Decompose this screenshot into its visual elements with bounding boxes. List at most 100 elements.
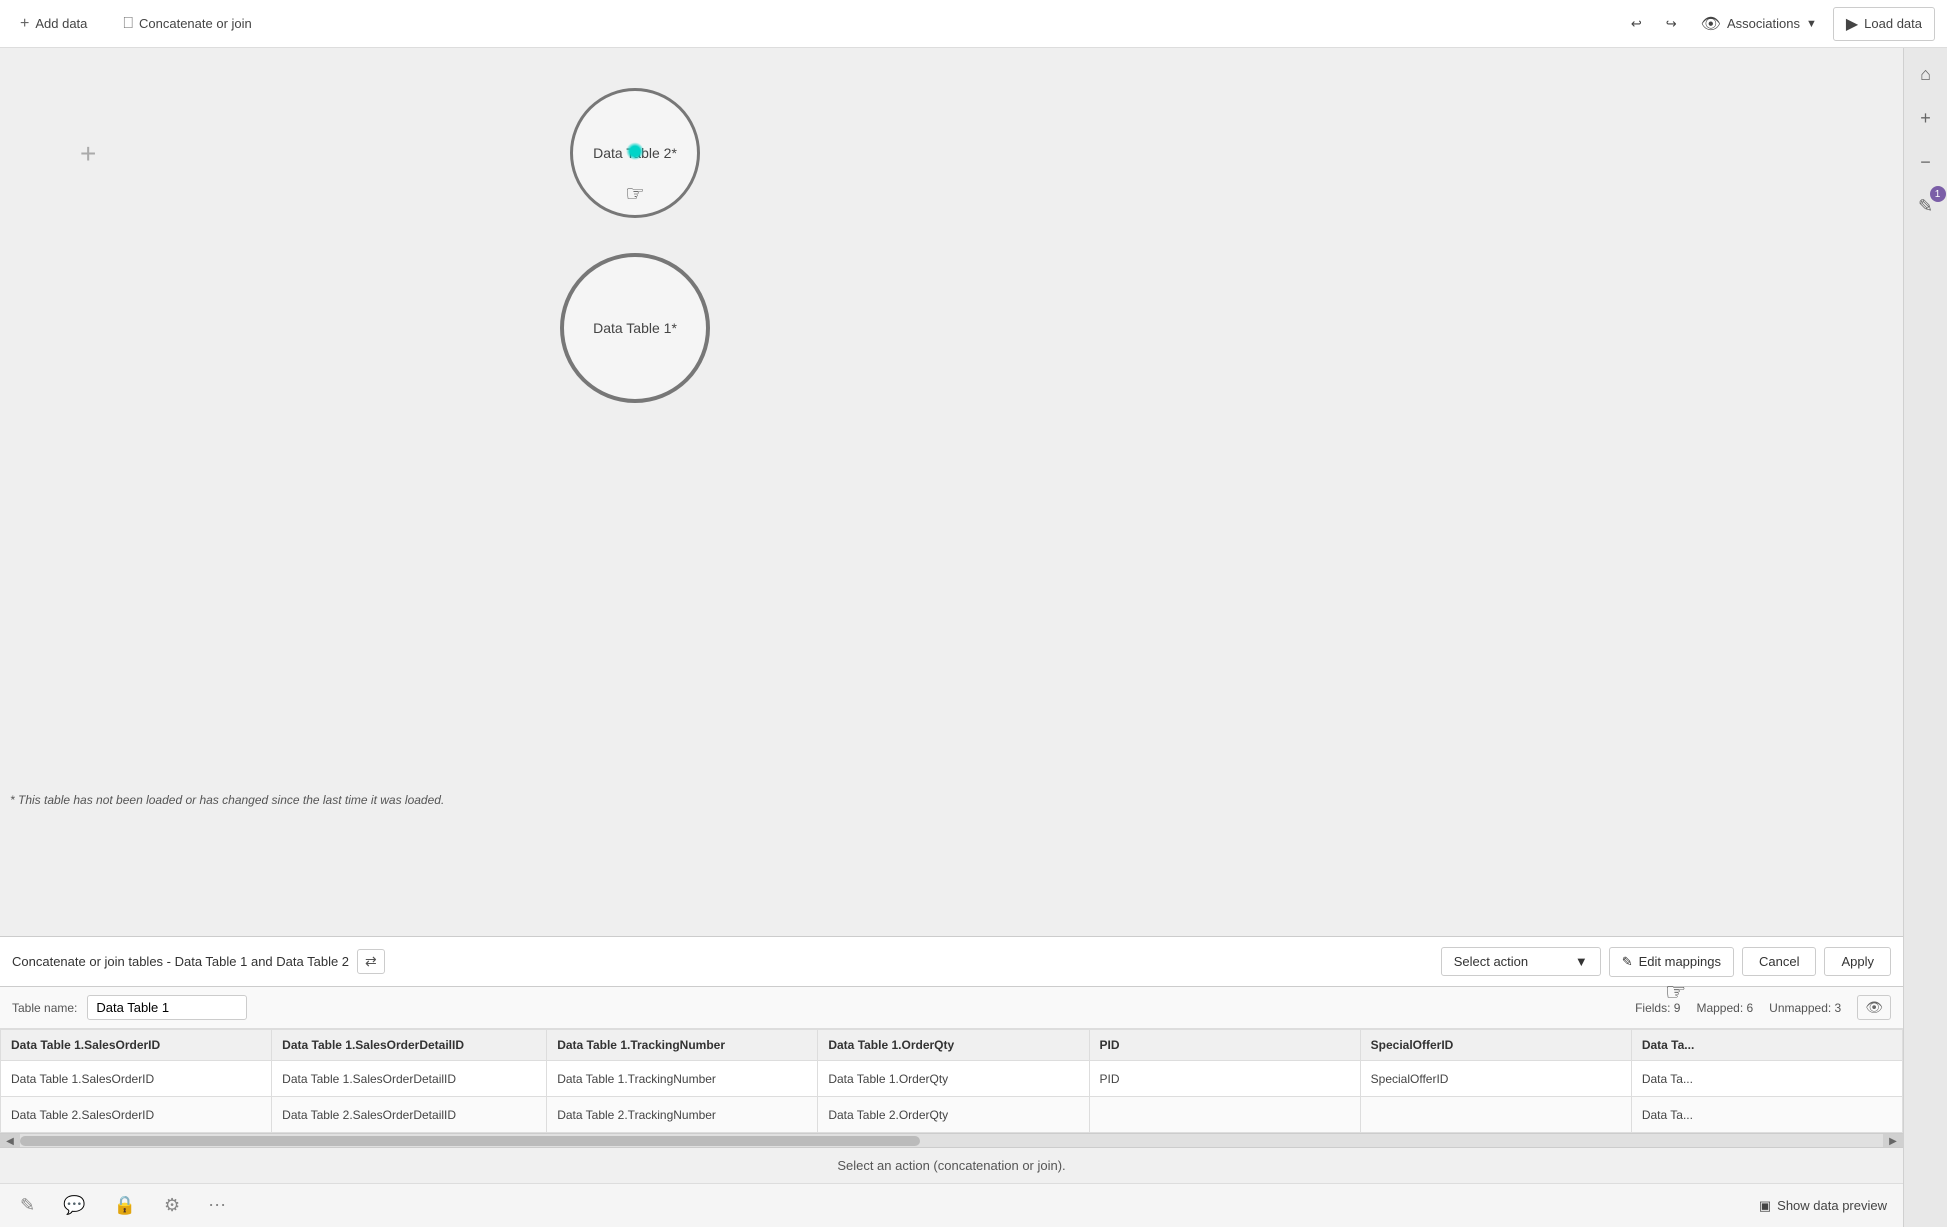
cell-1-6: Data Ta... xyxy=(1631,1097,1902,1133)
bottom-icons-right: ▣ Show data preview xyxy=(1759,1198,1887,1214)
associations-chevron-icon: ▼ xyxy=(1806,18,1817,30)
load-data-icon: ▶ xyxy=(1846,14,1858,34)
grid-header-row: Data Table 1.SalesOrderID Data Table 1.S… xyxy=(1,1030,1903,1061)
join-toolbar-right: Select action ▼ ✎ Edit mappings ☞ Cancel xyxy=(1441,947,1891,977)
associations-label: Associations xyxy=(1727,16,1800,31)
cell-0-5: SpecialOfferID xyxy=(1360,1061,1631,1097)
data-grid: Data Table 1.SalesOrderID Data Table 1.S… xyxy=(0,1029,1903,1133)
table-name-row: Table name: Fields: 9 Mapped: 6 Unmapped… xyxy=(0,987,1903,1029)
edit-mappings-wrapper: ✎ Edit mappings ☞ xyxy=(1609,947,1734,977)
join-toolbar: Concatenate or join tables - Data Table … xyxy=(0,937,1903,987)
cell-0-1: Data Table 1.SalesOrderDetailID xyxy=(272,1061,547,1097)
apply-label: Apply xyxy=(1841,954,1874,969)
status-message: Select an action (concatenation or join)… xyxy=(837,1158,1065,1173)
canvas: + Data Table 2* ☞ Data Table 1* * This t… xyxy=(0,48,1947,1227)
cell-1-1: Data Table 2.SalesOrderDetailID xyxy=(272,1097,547,1133)
bottom-panel: Concatenate or join tables - Data Table … xyxy=(0,936,1903,1227)
concatenate-join-label: Concatenate or join xyxy=(139,16,252,31)
col-header-3: Data Table 1.OrderQty xyxy=(818,1030,1089,1061)
warning-message: * This table has not been loaded or has … xyxy=(10,793,444,807)
cancel-label: Cancel xyxy=(1759,954,1799,969)
table-name-input[interactable] xyxy=(87,995,247,1020)
col-header-0: Data Table 1.SalesOrderID xyxy=(1,1030,272,1061)
mapped-count: Mapped: 6 xyxy=(1696,1001,1753,1015)
show-preview-icon: ▣ xyxy=(1759,1198,1771,1214)
teal-indicator xyxy=(626,142,644,160)
zoom-in-icon: + xyxy=(1920,108,1931,129)
cell-1-2: Data Table 2.TrackingNumber xyxy=(547,1097,818,1133)
join-toolbar-left: Concatenate or join tables - Data Table … xyxy=(12,949,385,974)
bottom-icon-pencil[interactable]: ✎ xyxy=(16,1191,39,1220)
home-button[interactable]: ⌂ xyxy=(1910,58,1942,90)
data-table-1-label: Data Table 1* xyxy=(593,320,677,336)
notification-count-badge: 1 xyxy=(1930,186,1946,202)
edit-mappings-label: Edit mappings xyxy=(1639,954,1721,969)
scroll-thumb[interactable] xyxy=(20,1136,920,1146)
show-preview-button[interactable]: ▣ Show data preview xyxy=(1759,1198,1887,1214)
cell-1-3: Data Table 2.OrderQty xyxy=(818,1097,1089,1133)
add-data-button[interactable]: + Add data xyxy=(12,11,95,37)
undo-button[interactable]: ↩ xyxy=(1623,12,1650,36)
concatenate-icon: ⎕ xyxy=(123,15,133,33)
col-header-6: Data Ta... xyxy=(1631,1030,1902,1061)
edit-mappings-button[interactable]: ✎ Edit mappings xyxy=(1609,947,1734,977)
bottom-icons-left: ✎ 💬 🔒 ⚙ ⋯ xyxy=(16,1191,230,1220)
status-bar: Select an action (concatenation or join)… xyxy=(0,1147,1903,1183)
add-data-icon: + xyxy=(20,15,29,33)
apply-button[interactable]: Apply xyxy=(1824,947,1891,976)
zoom-out-icon: − xyxy=(1920,152,1931,173)
home-icon: ⌂ xyxy=(1920,64,1931,85)
cell-0-0: Data Table 1.SalesOrderID xyxy=(1,1061,272,1097)
unmapped-count: Unmapped: 3 xyxy=(1769,1001,1841,1015)
select-action-button[interactable]: Select action ▼ xyxy=(1441,947,1601,976)
fields-count: Fields: 9 xyxy=(1635,1001,1680,1015)
data-table-2-node[interactable]: Data Table 2* ☞ xyxy=(570,88,700,218)
undo-icon: ↩ xyxy=(1631,16,1642,32)
data-table-1-node[interactable]: Data Table 1* xyxy=(560,253,710,403)
join-title: Concatenate or join tables - Data Table … xyxy=(12,954,349,969)
cancel-button[interactable]: Cancel xyxy=(1742,947,1816,976)
add-data-label: Add data xyxy=(35,16,87,31)
scroll-right-arrow[interactable]: ▶ xyxy=(1883,1134,1903,1147)
zoom-out-button[interactable]: − xyxy=(1910,146,1942,178)
bottom-icon-chat[interactable]: 💬 xyxy=(59,1191,89,1220)
table-name-left: Table name: xyxy=(12,995,247,1020)
bottom-icon-more[interactable]: ⋯ xyxy=(204,1191,230,1220)
cell-0-6: Data Ta... xyxy=(1631,1061,1902,1097)
notification-wrapper: ✎ 1 xyxy=(1910,190,1942,222)
hand-cursor-icon: ☞ xyxy=(625,181,645,207)
redo-button[interactable]: ↪ xyxy=(1658,12,1685,36)
col-header-2: Data Table 1.TrackingNumber xyxy=(547,1030,818,1061)
show-preview-label: Show data preview xyxy=(1777,1198,1887,1213)
cell-0-2: Data Table 1.TrackingNumber xyxy=(547,1061,818,1097)
associations-button[interactable]: 👁 Associations ▼ xyxy=(1693,10,1825,38)
edit-pencil-icon: ✎ xyxy=(1622,954,1633,970)
scroll-left-arrow[interactable]: ◀ xyxy=(0,1134,20,1147)
cell-0-4: PID xyxy=(1089,1061,1360,1097)
horizontal-scrollbar[interactable]: ◀ ▶ xyxy=(0,1133,1903,1147)
main-area: + Data Table 2* ☞ Data Table 1* * This t… xyxy=(0,48,1947,1227)
data-grid-container: Data Table 1.SalesOrderID Data Table 1.S… xyxy=(0,1029,1903,1133)
bottom-icon-settings[interactable]: ⚙ xyxy=(160,1191,184,1220)
table-row: Data Table 2.SalesOrderID Data Table 2.S… xyxy=(1,1097,1903,1133)
associations-eye-icon: 👁 xyxy=(1701,14,1721,34)
bottom-icon-lock[interactable]: 🔒 xyxy=(110,1191,140,1220)
cell-1-5-empty xyxy=(1360,1097,1631,1133)
bottom-icons-bar: ✎ 💬 🔒 ⚙ ⋯ ▣ Show data preview xyxy=(0,1183,1903,1227)
toolbar-right: ↩ ↪ 👁 Associations ▼ ▶ Load data xyxy=(1623,7,1935,41)
zoom-in-button[interactable]: + xyxy=(1910,102,1942,134)
col-header-5: SpecialOfferID xyxy=(1360,1030,1631,1061)
swap-button[interactable]: ⇄ xyxy=(357,949,385,974)
load-data-button[interactable]: ▶ Load data xyxy=(1833,7,1935,41)
eye-button[interactable]: 👁 xyxy=(1857,995,1891,1020)
col-header-4: PID xyxy=(1089,1030,1360,1061)
cell-1-4-empty xyxy=(1089,1097,1360,1133)
table-name-right: Fields: 9 Mapped: 6 Unmapped: 3 👁 xyxy=(1635,995,1891,1020)
select-action-chevron-icon: ▼ xyxy=(1575,954,1588,969)
right-sidebar: ⌂ + − ✎ 1 xyxy=(1903,48,1947,1227)
col-header-1: Data Table 1.SalesOrderDetailID xyxy=(272,1030,547,1061)
concatenate-join-button[interactable]: ⎕ Concatenate or join xyxy=(115,11,259,37)
select-action-label: Select action xyxy=(1454,954,1528,969)
add-node-button[interactable]: + xyxy=(80,138,96,170)
toolbar-left: + Add data ⎕ Concatenate or join xyxy=(12,11,260,37)
